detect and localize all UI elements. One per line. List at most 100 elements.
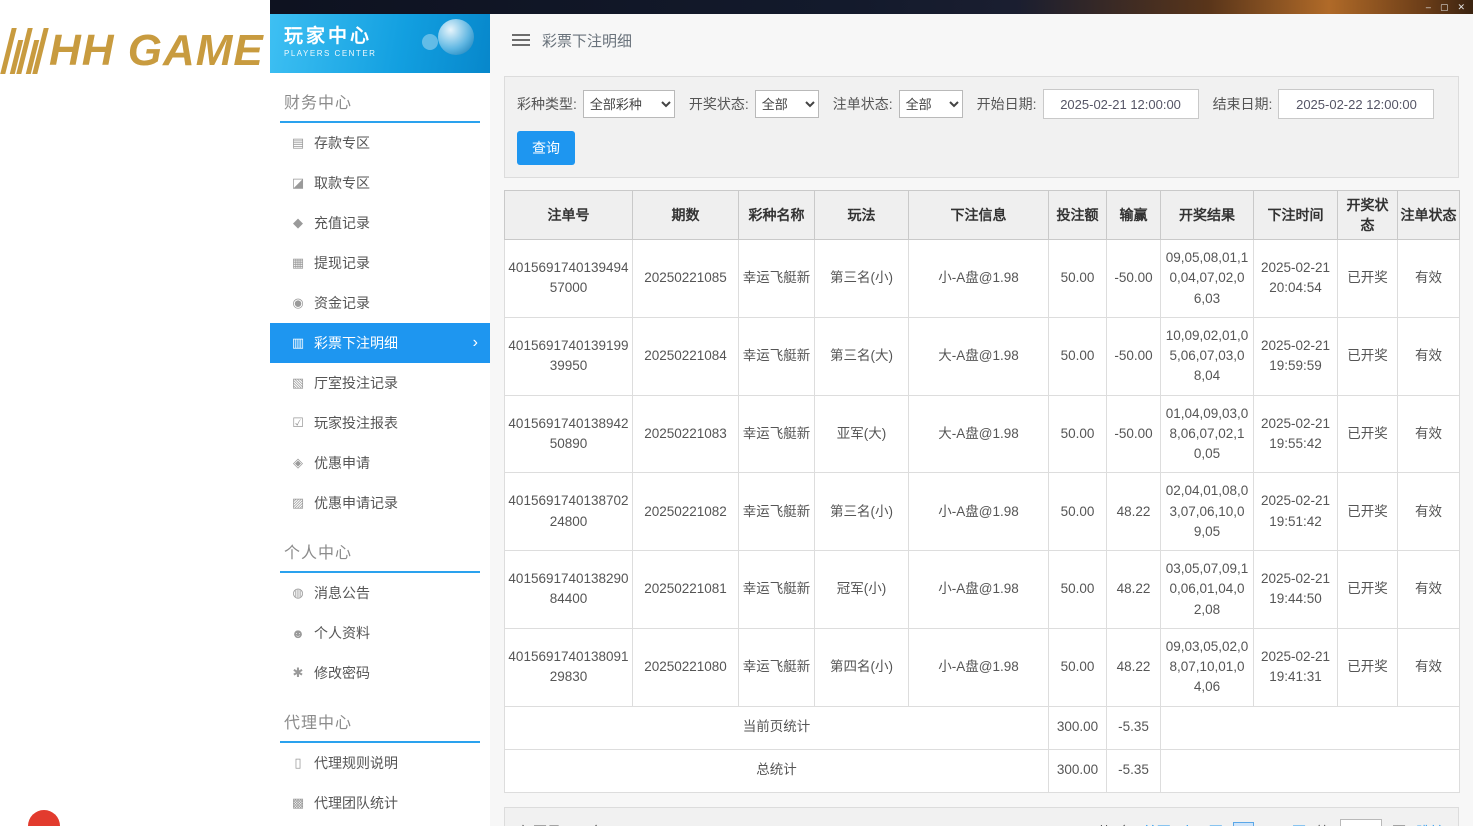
cell-bet-status: 有效 — [1397, 550, 1460, 629]
cell-bet-status: 有效 — [1397, 472, 1460, 551]
cell-win-loss: -50.00 — [1106, 316, 1161, 396]
sidebar-item-promo-apply-records[interactable]: ▨ 优惠申请记录 — [270, 483, 490, 523]
cell-amount: 50.00 — [1048, 472, 1107, 551]
bet-status-select[interactable]: 全部 — [898, 90, 963, 118]
jump-page-input[interactable] — [1340, 818, 1382, 826]
sidebar-item-message-announcements[interactable]: ◍ 消息公告 — [270, 573, 490, 613]
cell-amount: 50.00 — [1048, 239, 1107, 318]
sidebar-item-deposit-zone[interactable]: ▤ 存款专区 — [270, 123, 490, 163]
cell-result: 01,04,09,03,08,06,07,02,10,05 — [1160, 394, 1254, 474]
table-wrap: 注单号 期数 彩种名称 玩法 下注信息 投注额 输赢 开奖结果 下注时间 开奖状态 注单状态 4015… — [504, 190, 1460, 793]
logo-text: HH GAME — [49, 26, 264, 75]
total-count-text: 共6条 — [1097, 822, 1133, 826]
cell-period: 20250221084 — [632, 316, 739, 396]
jump-prefix-label: 第 — [1316, 822, 1330, 826]
cell-bet-status: 有效 — [1397, 239, 1460, 318]
bottom-logo-fragment — [28, 810, 60, 826]
sidebar-item-recharge-records[interactable]: ◆ 充值记录 — [270, 203, 490, 243]
sidebar-sections: 财务中心 ▤ 存款专区 ◪ 取款专区 ◆ 充值记录 ▦ 提现记录 ◉ 资金记录 ▥ 彩票下注明细 › ▧ 厅室… — [270, 89, 490, 823]
cell-bet-no: 401569174013829084400 — [504, 550, 633, 629]
end-date-input[interactable] — [1278, 89, 1435, 119]
sidebar-item-lottery-bet-details[interactable]: ▥ 彩票下注明细 › — [270, 323, 490, 363]
start-date-label: 开始日期: — [976, 96, 1037, 112]
sidebar-item-change-password[interactable]: ✱ 修改密码 — [270, 653, 490, 693]
next-page-link[interactable]: 下一页 — [1264, 822, 1306, 826]
soccer-ball-icon — [438, 19, 474, 55]
cell-amount: 50.00 — [1048, 627, 1107, 707]
jump-button[interactable]: 跳转 — [1416, 822, 1444, 826]
page-topbar: 彩票下注明细 — [490, 14, 1473, 66]
cell-lottery: 幸运飞艇新 — [738, 394, 815, 474]
summary-win-loss: -5.35 — [1106, 705, 1161, 750]
table-header-row: 注单号 期数 彩种名称 玩法 下注信息 投注额 输赢 开奖结果 下注时间 开奖状态 注单状态 — [504, 190, 1460, 240]
sidebar-item-funds-records[interactable]: ◉ 资金记录 — [270, 283, 490, 323]
col-header: 期数 — [632, 190, 739, 240]
summary-row: 总统计 300.00 -5.35 — [504, 748, 1460, 793]
lottery-bets-icon: ▥ — [291, 335, 305, 350]
sidebar-item-label: 厅室投注记录 — [314, 375, 398, 391]
summary-label: 当前页统计 — [504, 705, 1049, 750]
lottery-type-select[interactable]: 全部彩种 — [582, 90, 675, 118]
sidebar-item-hall-bet-records[interactable]: ▧ 厅室投注记录 — [270, 363, 490, 403]
start-date-input[interactable] — [1042, 89, 1199, 119]
first-page-link[interactable]: 首页 — [1143, 822, 1171, 826]
cell-draw-status: 已开奖 — [1337, 472, 1398, 551]
pagination-bar: 每页显示20条 共6条 首页 上一页 1 下一页 第 页 跳转 — [504, 806, 1459, 826]
sidebar-item-label: 修改密码 — [314, 665, 370, 681]
sidebar-item-label: 玩家投注报表 — [314, 415, 398, 431]
query-button[interactable]: 查询 — [517, 131, 575, 165]
cell-period: 20250221083 — [632, 394, 739, 474]
sidebar-item-label: 提现记录 — [314, 255, 370, 271]
promo-icon: ◈ — [293, 455, 303, 470]
current-page-badge[interactable]: 1 — [1232, 822, 1254, 826]
sidebar-item-withdrawal-records[interactable]: ▦ 提现记录 — [270, 243, 490, 283]
sidebar-item-promo-apply[interactable]: ◈ 优惠申请 — [270, 443, 490, 483]
sidebar-item-label: 代理团队统计 — [314, 795, 398, 811]
cell-bet-no: 401569174013870224800 — [504, 472, 633, 551]
draw-status-label: 开奖状态: — [688, 96, 749, 112]
section-title: 财务中心 — [280, 89, 480, 123]
cell-lottery: 幸运飞艇新 — [738, 472, 815, 551]
sidebar-item-label: 彩票下注明细 — [314, 335, 398, 351]
section-title: 个人中心 — [280, 539, 480, 573]
cell-bet-no: 401569174013809129830 — [504, 627, 633, 707]
cell-play: 冠军(小) — [814, 550, 909, 629]
sidebar-item-label: 资金记录 — [314, 295, 370, 311]
cell-draw-status: 已开奖 — [1337, 316, 1398, 396]
bet-report-icon: ☑ — [292, 415, 304, 430]
sidebar-item-withdraw-zone[interactable]: ◪ 取款专区 — [270, 163, 490, 203]
sidebar-item-agent-rules[interactable]: ▯ 代理规则说明 — [270, 743, 490, 783]
cell-bet-status: 有效 — [1397, 394, 1460, 474]
cell-bet-info: 小-A盘@1.98 — [908, 627, 1049, 707]
cell-win-loss: 48.22 — [1106, 472, 1161, 551]
sidebar-item-agent-team-stats[interactable]: ▩ 代理团队统计 — [270, 783, 490, 823]
cell-result: 02,04,01,08,03,07,06,10,09,05 — [1160, 472, 1254, 551]
summary-win-loss: -5.35 — [1106, 748, 1161, 793]
menu-toggle-icon[interactable] — [512, 34, 530, 46]
filter-row: 彩种类型: 全部彩种 开奖状态: 全部 注单状态: 全部 开始日期: 2025-… — [517, 89, 1446, 119]
cell-period: 20250221080 — [632, 627, 739, 707]
cell-draw-status: 已开奖 — [1337, 239, 1398, 318]
prev-page-link[interactable]: 上一页 — [1181, 822, 1223, 826]
maximize-icon[interactable]: ▢ — [1440, 2, 1449, 12]
sidebar-item-label: 消息公告 — [314, 585, 370, 601]
lottery-type-group: 彩种类型: 全部彩种 — [517, 90, 675, 118]
cell-win-loss: 48.22 — [1106, 627, 1161, 707]
draw-status-select[interactable]: 全部 — [754, 90, 819, 118]
minimize-icon[interactable]: – — [1426, 2, 1431, 12]
cell-play: 第四名(小) — [814, 627, 909, 707]
cell-draw-status: 已开奖 — [1337, 550, 1398, 629]
cell-time: 2025-02-21 19:41:31 — [1253, 627, 1338, 707]
funds-record-icon: ◉ — [292, 295, 304, 310]
cell-time: 2025-02-21 19:51:42 — [1253, 472, 1338, 551]
lottery-type-label: 彩种类型: — [517, 96, 577, 112]
end-date-label: 结束日期: — [1212, 96, 1273, 112]
cell-result: 09,03,05,02,08,07,10,01,04,06 — [1160, 627, 1254, 707]
sidebar-item-player-bet-report[interactable]: ☑ 玩家投注报表 — [270, 403, 490, 443]
sidebar-item-profile[interactable]: ☻ 个人资料 — [270, 613, 490, 653]
close-icon[interactable]: ✕ — [1457, 2, 1465, 12]
cell-bet-no: 401569174013919939950 — [504, 316, 633, 396]
cell-bet-info: 大-A盘@1.98 — [908, 316, 1049, 396]
cell-bet-status: 有效 — [1397, 316, 1460, 396]
doc-icon: ▯ — [294, 755, 302, 770]
